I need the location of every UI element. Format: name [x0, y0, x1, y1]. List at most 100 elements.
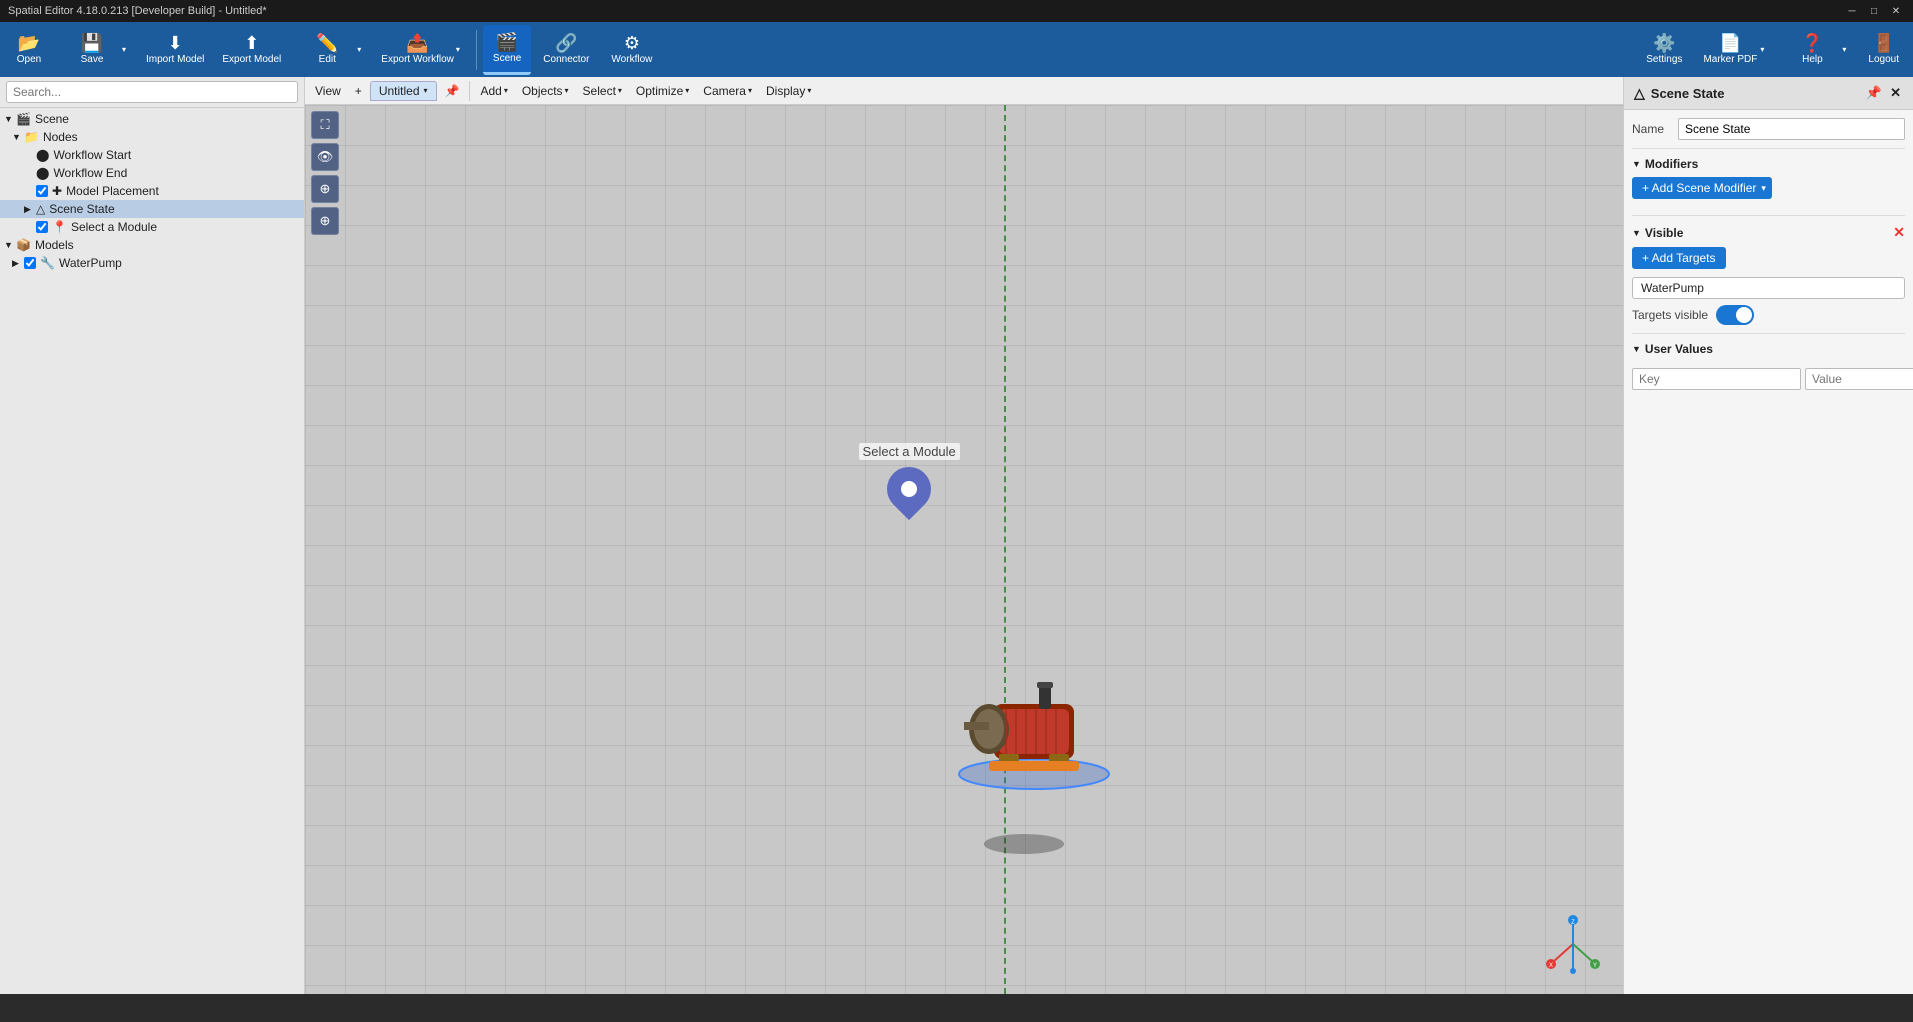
visible-section-header[interactable]: ▼ Visible ✕ — [1632, 224, 1905, 241]
export-model-button[interactable]: ⬆ Export Model — [214, 25, 289, 75]
model-placement-checkbox[interactable] — [36, 185, 48, 197]
add-view-button[interactable]: + — [349, 82, 368, 100]
water-pump-checkbox[interactable] — [24, 257, 36, 269]
connector-tab[interactable]: 🔗 Connector — [533, 25, 599, 75]
logout-button[interactable]: 🚪 Logout — [1858, 25, 1909, 75]
add-button[interactable]: Add ▾ — [474, 82, 513, 100]
scene-state-panel-icon: △ — [1634, 85, 1645, 102]
tree-nodes[interactable]: ▼ 📁 Nodes — [0, 128, 304, 146]
visible-label: Visible — [1645, 226, 1683, 240]
pivot-button[interactable]: ⊕ — [311, 175, 339, 203]
nodes-icon: 📁 — [24, 130, 39, 144]
edit-arrow[interactable]: ▾ — [355, 29, 363, 71]
tree-scene[interactable]: ▼ 🎬 Scene — [0, 110, 304, 128]
name-input[interactable] — [1678, 118, 1905, 140]
settings-icon: ⚙️ — [1653, 34, 1675, 52]
models-icon: 📦 — [16, 238, 31, 252]
objects-button[interactable]: Objects ▾ — [516, 82, 575, 100]
target-value: WaterPump — [1641, 281, 1704, 295]
settings-button[interactable]: ⚙️ Settings — [1636, 25, 1692, 75]
marker-pdf-button[interactable]: 📄 Marker PDF ▾ — [1694, 25, 1774, 75]
model-placement-icon: ✚ — [52, 184, 62, 198]
app-title: Spatial Editor 4.18.0.213 [Developer Bui… — [8, 5, 267, 17]
scene-arrow-icon: ▼ — [4, 114, 16, 124]
wf-start-arrow-icon — [24, 150, 36, 160]
view-toolbar: View + Untitled ▾ 📌 Add ▾ Objects ▾ — [305, 77, 1623, 105]
display-arrow-icon: ▾ — [807, 86, 811, 95]
pin-button[interactable]: 📌 — [439, 82, 466, 100]
help-arrow[interactable]: ▾ — [1840, 29, 1848, 71]
minimize-button[interactable]: ─ — [1843, 2, 1861, 20]
camera-arrow-icon: ▾ — [748, 86, 752, 95]
export-workflow-icon: 📤 — [406, 34, 428, 52]
models-arrow-icon: ▼ — [4, 240, 16, 250]
untitled-tab[interactable]: Untitled ▾ — [370, 81, 437, 101]
edit-button[interactable]: ✏️ Edit ▾ — [291, 25, 371, 75]
add-scene-modifier-arrow: ▾ — [1761, 183, 1766, 194]
maximize-button[interactable]: □ — [1865, 2, 1883, 20]
visible-remove-button[interactable]: ✕ — [1893, 224, 1905, 241]
help-button[interactable]: ❓ Help ▾ — [1776, 25, 1856, 75]
save-arrow[interactable]: ▾ — [120, 29, 128, 71]
tree-workflow-start[interactable]: ⬤ Workflow Start — [0, 146, 304, 164]
camera-view-button[interactable]: 👁 — [311, 143, 339, 171]
camera-button[interactable]: Camera ▾ — [697, 82, 758, 100]
panel-close-button[interactable]: ✕ — [1888, 83, 1903, 103]
target-tag: WaterPump — [1632, 277, 1905, 299]
marker-pdf-icon: 📄 — [1719, 34, 1741, 52]
edit-icon: ✏️ — [316, 34, 338, 52]
vertical-guide-line — [1004, 105, 1006, 994]
targets-visible-toggle[interactable] — [1716, 305, 1754, 325]
close-button[interactable]: ✕ — [1887, 2, 1905, 20]
save-button[interactable]: 💾 Save ▾ — [56, 25, 136, 75]
import-model-button[interactable]: ⬇ Import Model — [138, 25, 212, 75]
tree-water-pump[interactable]: ▶ 🔧 WaterPump — [0, 254, 304, 272]
modifiers-section-header[interactable]: ▼ Modifiers — [1632, 157, 1905, 171]
optimize-button[interactable]: Optimize ▾ — [630, 82, 695, 100]
tree-models[interactable]: ▼ 📦 Models — [0, 236, 304, 254]
viewport[interactable]: ⛶ 👁 ⊕ ⊕ Select a Module — [305, 105, 1623, 994]
value-input[interactable] — [1805, 368, 1913, 390]
save-icon: 💾 — [81, 34, 103, 52]
tree-workflow-end[interactable]: ⬤ Workflow End — [0, 164, 304, 182]
modifiers-label: Modifiers — [1645, 157, 1698, 171]
import-icon: ⬇ — [168, 34, 183, 52]
open-icon: 📂 — [18, 34, 40, 52]
panel-pin-button[interactable]: 📌 — [1864, 83, 1884, 103]
select-button[interactable]: Select ▾ — [577, 82, 628, 100]
add-scene-modifier-button[interactable]: + Add Scene Modifier ▾ — [1632, 177, 1772, 199]
view-button[interactable]: View — [309, 82, 347, 100]
tree-select-module[interactable]: 📍 Select a Module — [0, 218, 304, 236]
tree-scene-state[interactable]: ▶ △ Scene State — [0, 200, 304, 218]
export-model-icon: ⬆ — [244, 34, 259, 52]
help-icon: ❓ — [1801, 34, 1823, 52]
export-workflow-button[interactable]: 📤 Export Workflow ▾ — [373, 25, 470, 75]
add-targets-button[interactable]: + Add Targets — [1632, 247, 1726, 269]
panel-header-actions: 📌 ✕ — [1864, 83, 1903, 103]
fullscreen-button[interactable]: ⛶ — [311, 111, 339, 139]
workflow-tab[interactable]: ⚙ Workflow — [601, 25, 662, 75]
toolbar-separator-1 — [476, 30, 477, 70]
display-button[interactable]: Display ▾ — [760, 82, 817, 100]
marker-pdf-arrow[interactable]: ▾ — [1758, 29, 1766, 71]
export-workflow-arrow[interactable]: ▾ — [454, 29, 462, 71]
select-module-marker[interactable]: Select a Module — [859, 443, 960, 514]
titlebar: Spatial Editor 4.18.0.213 [Developer Bui… — [0, 0, 1913, 22]
axes-widget: Z Y X — [1543, 914, 1603, 974]
zoom-button[interactable]: ⊕ — [311, 207, 339, 235]
open-button[interactable]: 📂 Open — [4, 25, 54, 75]
key-input[interactable] — [1632, 368, 1801, 390]
search-input[interactable] — [6, 81, 298, 103]
panel-title: Scene State — [1651, 86, 1725, 101]
divider-3 — [1632, 333, 1905, 334]
sidebar: ▼ 🎬 Scene ▼ 📁 Nodes ⬤ Workflow Start ⬤ W… — [0, 77, 305, 994]
tree-model-placement[interactable]: ✚ Model Placement — [0, 182, 304, 200]
user-values-section-header[interactable]: ▼ User Values — [1632, 342, 1905, 356]
svg-text:X: X — [1549, 963, 1553, 969]
scene-tab[interactable]: 🎬 Scene — [483, 25, 531, 75]
nodes-arrow-icon: ▼ — [12, 132, 24, 142]
svg-text:Y: Y — [1593, 963, 1597, 969]
connector-icon: 🔗 — [555, 34, 577, 52]
viewport-left-buttons: ⛶ 👁 ⊕ ⊕ — [311, 111, 339, 235]
select-module-checkbox[interactable] — [36, 221, 48, 233]
